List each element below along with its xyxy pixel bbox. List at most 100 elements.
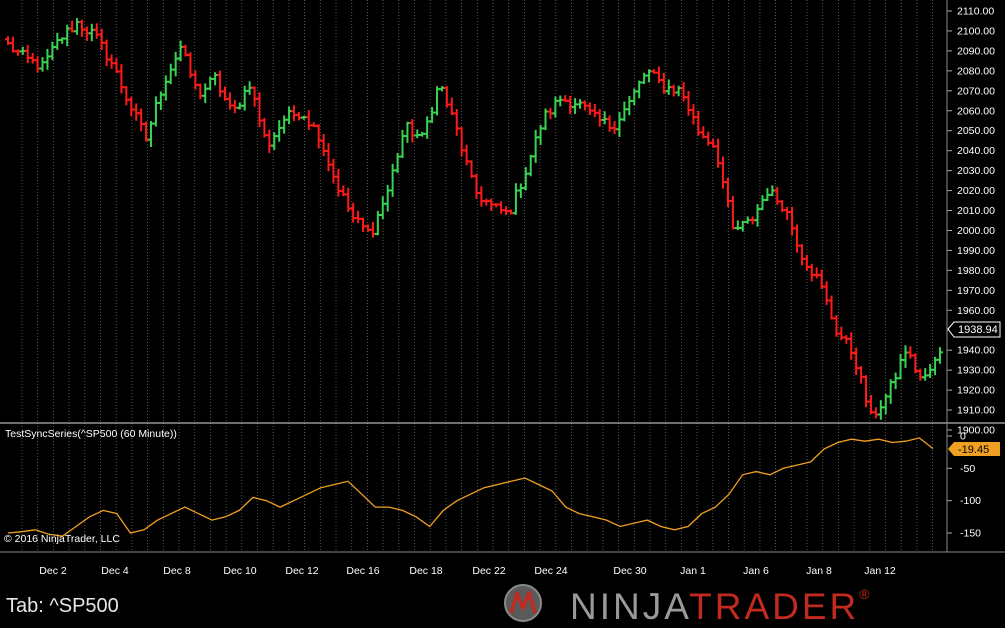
ohlc-bar	[34, 56, 41, 73]
price-tick-label: 2020.00	[957, 185, 995, 197]
ohlc-bar	[434, 86, 441, 116]
ohlc-bar	[414, 129, 421, 139]
ohlc-bar	[276, 120, 283, 142]
ohlc-bar	[596, 108, 603, 127]
ninjatrader-brand: NINJATRADER®	[500, 580, 1005, 628]
indicator-line	[7, 437, 934, 537]
x-tick-label: Jan 12	[864, 565, 896, 577]
price-tick-label: 1990.00	[957, 245, 995, 257]
ohlc-bar	[512, 183, 519, 215]
vertical-gridlines	[21, 0, 933, 552]
ohlc-bar	[384, 185, 391, 212]
ohlc-bar	[78, 19, 85, 37]
x-tick-label: Dec 8	[163, 565, 191, 577]
price-tick-label: 1910.00	[957, 405, 995, 417]
ohlc-bar	[226, 92, 233, 110]
ohlc-bar	[606, 115, 613, 132]
ohlc-bar	[369, 221, 376, 238]
tab-label: Tab: ^SP500	[6, 595, 119, 617]
ohlc-bar	[286, 106, 293, 125]
ohlc-bar	[325, 143, 332, 172]
ohlc-bar	[729, 195, 736, 230]
current-indicator-marker: -19.45	[948, 442, 1000, 456]
ohlc-bar	[355, 210, 362, 224]
ohlc-bar	[330, 158, 337, 184]
ohlc-bar	[789, 206, 796, 236]
indicator-tick-label: 0	[960, 431, 966, 443]
indicator-tick-label: -150	[960, 528, 981, 540]
price-tick-label: 2110.00	[957, 6, 994, 18]
ohlc-bar	[557, 95, 564, 107]
ohlc-bar	[256, 92, 263, 128]
ohlc-bar	[892, 372, 899, 390]
ohlc-bar	[152, 96, 159, 127]
ohlc-bar	[192, 70, 199, 90]
ohlc-bar	[858, 366, 865, 384]
ohlc-bar	[231, 100, 238, 114]
price-tick-label: 1930.00	[957, 365, 995, 377]
current-price-marker: 1938.94	[947, 321, 1001, 338]
ohlc-bar	[9, 36, 16, 53]
ohlc-bar	[532, 129, 539, 163]
time-axis[interactable]: Dec 2 Dec 4 Dec 8 Dec 10 Dec 12 Dec 16 Dec 18 D…	[39, 565, 896, 577]
ohlc-bar	[453, 109, 460, 136]
ohlc-bar	[251, 86, 258, 107]
ohlc-bar	[88, 23, 95, 42]
ohlc-bar	[399, 129, 406, 158]
ohlc-bar	[680, 82, 687, 102]
x-tick-label: Dec 18	[409, 565, 442, 577]
ohlc-bar	[24, 45, 31, 64]
ohlc-bar	[108, 54, 115, 69]
ohlc-bar	[172, 51, 179, 77]
price-tick-label: 2040.00	[957, 145, 995, 157]
ohlc-bar	[458, 127, 465, 157]
price-tick-label: 2080.00	[957, 65, 995, 77]
ohlc-bar	[473, 173, 480, 199]
price-tick-label: 1980.00	[957, 265, 995, 277]
ohlc-bar	[690, 104, 697, 125]
ohlc-bar	[478, 186, 485, 207]
ohlc-bar	[14, 49, 21, 56]
ohlc-bar	[54, 32, 61, 50]
ohlc-bar	[305, 110, 312, 130]
price-tick-label: 2010.00	[957, 205, 995, 217]
ohlc-bar	[404, 121, 411, 143]
price-tick-label: 1920.00	[957, 385, 995, 397]
ohlc-bar	[616, 112, 623, 137]
price-tick-label: 2070.00	[957, 85, 995, 97]
ohlc-bar	[103, 39, 110, 67]
x-tick-label: Dec 12	[285, 565, 318, 577]
ohlc-bar	[720, 156, 727, 189]
price-tick-label: 2000.00	[957, 225, 995, 237]
ohlc-bar	[522, 167, 529, 191]
ohlc-bar	[271, 132, 278, 150]
brand-ninja-text: NINJA	[570, 586, 690, 627]
ohlc-bar	[877, 400, 884, 420]
brand-wordmark: NINJATRADER®	[570, 586, 873, 628]
x-tick-label: Dec 4	[101, 565, 129, 577]
x-tick-label: Dec 24	[534, 565, 567, 577]
ohlc-bar	[177, 40, 184, 62]
ohlc-bar	[611, 121, 618, 135]
ohlc-bar	[517, 183, 524, 199]
price-axis[interactable]: 1900.001910.001920.001930.001940.001950.…	[947, 6, 995, 437]
ohlc-bar	[784, 206, 791, 220]
current-price-label: 1938.94	[958, 324, 998, 336]
ohlc-bar	[527, 154, 534, 177]
price-tick-label: 1940.00	[957, 345, 995, 357]
price-chart[interactable]: 1900.001910.001920.001930.001940.001950.…	[0, 0, 1005, 580]
ohlc-bar	[241, 85, 248, 111]
x-tick-label: Dec 22	[472, 565, 505, 577]
ohlc-bar	[424, 116, 431, 139]
ohlc-bar	[572, 98, 579, 115]
price-tick-label: 1970.00	[957, 285, 995, 297]
ohlc-bar	[670, 84, 677, 97]
ohlc-bar	[937, 347, 943, 364]
ohlc-bar	[315, 124, 322, 149]
ohlc-bar	[808, 263, 815, 282]
ohlc-bar	[217, 70, 224, 97]
ohlc-bar	[148, 121, 155, 148]
ohlc-bar	[138, 108, 145, 132]
indicator-tick-label: -50	[960, 463, 975, 475]
ohlc-bars	[5, 18, 943, 420]
